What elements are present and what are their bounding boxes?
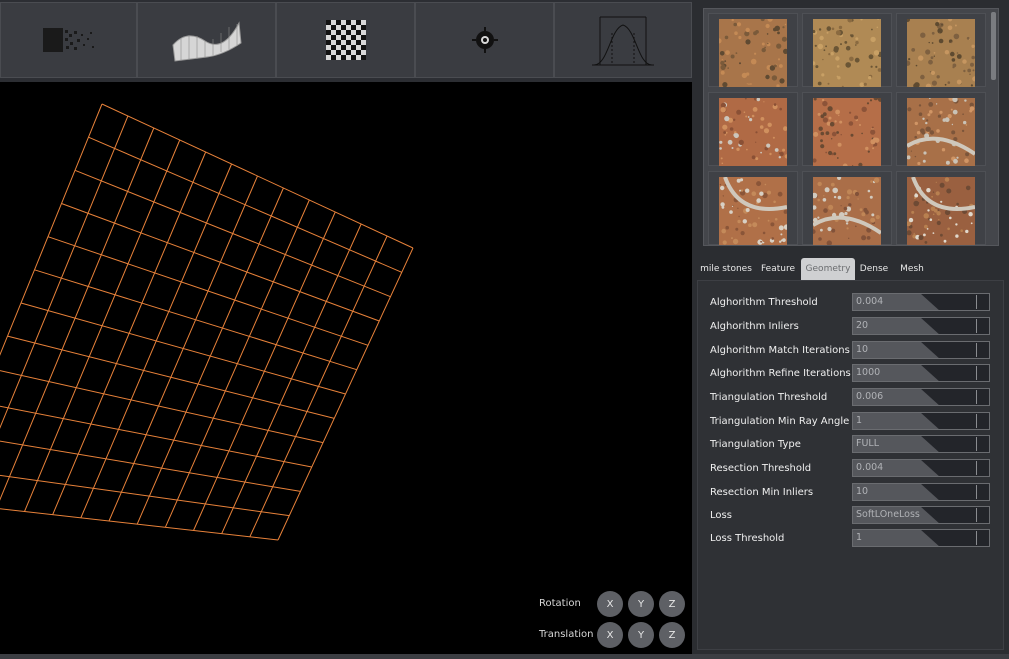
checkerboard-tool-button[interactable] (276, 2, 415, 78)
property-value: 0.004 (856, 296, 884, 307)
property-value: FULL (856, 438, 880, 449)
property-label: Alghorithm Match Iterations (710, 345, 850, 356)
property-label: Resection Threshold (710, 463, 812, 474)
image-thumbnail[interactable] (802, 13, 892, 87)
property-label: Alghorithm Refine Iterations (710, 368, 851, 379)
grid-line (0, 370, 324, 444)
tab-geometry[interactable]: Geometry (801, 258, 855, 280)
property-value: 1000 (856, 367, 881, 378)
field-separator (976, 366, 977, 380)
translation-label: Translation (539, 629, 594, 640)
aerial-image-icon (719, 177, 787, 245)
image-thumbnail[interactable] (802, 92, 892, 166)
alghorithm-match-iterations-field[interactable]: 10 (852, 341, 990, 359)
image-thumbnail[interactable] (708, 13, 798, 87)
resection-min-inliers-field[interactable]: 10 (852, 483, 990, 501)
property-value: 0.004 (856, 462, 884, 473)
aerial-image-icon (907, 19, 975, 87)
property-label: Triangulation Type (710, 439, 801, 450)
distribution-icon (592, 16, 654, 66)
aerial-image-icon (907, 177, 975, 245)
aerial-image-icon (719, 98, 787, 166)
property-value: 10 (856, 344, 869, 355)
field-separator (976, 343, 977, 357)
rotation-z-button[interactable]: Z (659, 591, 685, 617)
dither-tool-button[interactable] (0, 2, 137, 78)
field-separator (976, 390, 977, 404)
grid-line (164, 199, 310, 528)
property-value: 20 (856, 320, 869, 331)
target-icon (471, 27, 498, 53)
field-separator (976, 295, 977, 309)
loss-field[interactable]: SoftLOneLoss (852, 506, 990, 524)
checkerboard-icon (325, 20, 366, 60)
field-separator (976, 414, 977, 428)
aerial-image-icon (813, 98, 881, 166)
surface-icon (171, 21, 242, 62)
image-thumbnail[interactable] (896, 171, 986, 245)
image-gallery[interactable] (703, 8, 999, 246)
alghorithm-inliers-field[interactable]: 20 (852, 317, 990, 335)
property-value: 1 (856, 532, 863, 543)
property-value: 10 (856, 486, 869, 497)
rotation-y-button[interactable]: Y (628, 591, 654, 617)
surface-tool-button[interactable] (137, 2, 276, 78)
aerial-image-icon (813, 177, 881, 245)
field-separator (976, 461, 977, 475)
field-separator (976, 508, 977, 522)
image-thumbnail[interactable] (896, 13, 986, 87)
aerial-image-icon (719, 19, 787, 87)
grid-line (277, 247, 414, 541)
image-thumbnail[interactable] (708, 171, 798, 245)
property-label: Triangulation Min Ray Angle (710, 416, 850, 427)
grid-line (136, 187, 284, 525)
property-label: Alghorithm Threshold (710, 297, 818, 308)
image-thumbnail[interactable] (896, 92, 986, 166)
tab-mile-stones[interactable]: mile stones (700, 258, 752, 280)
rotation-x-button[interactable]: X (597, 591, 623, 617)
property-label: Loss Threshold (710, 533, 785, 544)
property-label: Resection Min Inliers (710, 487, 814, 498)
alghorithm-refine-iterations-field[interactable]: 1000 (852, 364, 990, 382)
loss-threshold-field[interactable]: 1 (852, 529, 990, 547)
rotation-label: Rotation (539, 598, 581, 609)
distribution-tool-button[interactable] (554, 2, 692, 78)
property-value: 0.006 (856, 391, 884, 402)
toolbar (0, 0, 692, 82)
property-label: Alghorithm Inliers (710, 321, 799, 332)
translation-y-button[interactable]: Y (628, 622, 654, 648)
triangulation-type-field[interactable]: FULL (852, 435, 990, 453)
property-value: SoftLOneLoss (856, 509, 920, 520)
aerial-image-icon (813, 19, 881, 87)
camera-grid (0, 103, 414, 541)
property-label: Loss (710, 510, 732, 521)
3d-viewport[interactable]: Rotation Translation X Y Z X Y Z (0, 82, 692, 654)
tab-feature[interactable]: Feature (758, 258, 798, 280)
status-bar (0, 654, 1009, 659)
field-separator (976, 319, 977, 333)
translation-z-button[interactable]: Z (659, 622, 685, 648)
field-separator (976, 485, 977, 499)
tab-dense[interactable]: Dense (858, 258, 890, 280)
image-thumbnail[interactable] (708, 92, 798, 166)
gallery-scrollbar[interactable] (991, 12, 996, 80)
aerial-image-icon (907, 98, 975, 166)
grid-line (108, 175, 258, 522)
field-separator (976, 531, 977, 545)
alghorithm-threshold-field[interactable]: 0.004 (852, 293, 990, 311)
property-value: 1 (856, 415, 863, 426)
image-thumbnail[interactable] (802, 171, 892, 245)
triangulation-min-ray-angle-field[interactable]: 1 (852, 412, 990, 430)
tab-mesh[interactable]: Mesh (896, 258, 928, 280)
triangulation-threshold-field[interactable]: 0.006 (852, 388, 990, 406)
dither-icon (42, 28, 94, 52)
field-separator (976, 437, 977, 451)
target-tool-button[interactable] (415, 2, 554, 78)
translation-x-button[interactable]: X (597, 622, 623, 648)
grid-line (0, 474, 290, 517)
property-label: Triangulation Threshold (710, 392, 828, 403)
resection-threshold-field[interactable]: 0.004 (852, 459, 990, 477)
